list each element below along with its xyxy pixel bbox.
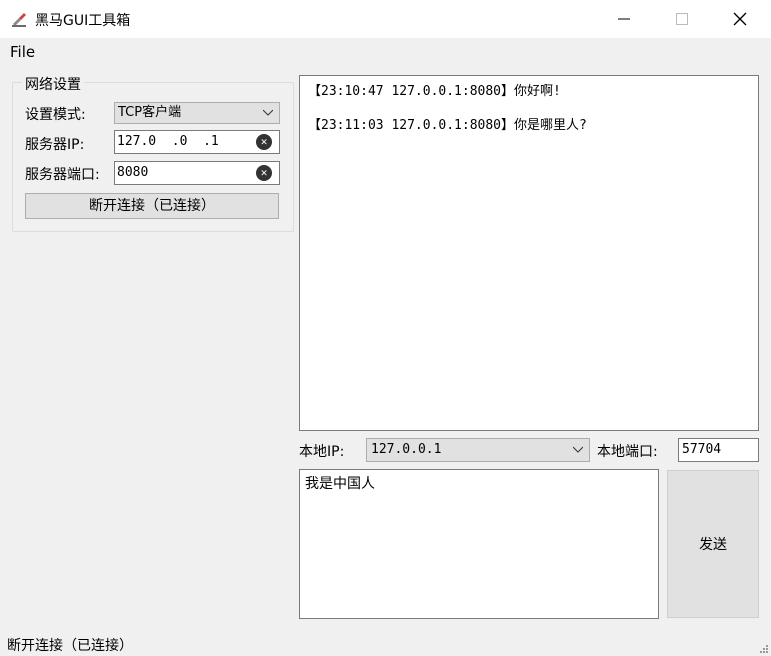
disconnect-button[interactable]: 断开连接（已连接）	[25, 193, 279, 219]
clear-ip-icon[interactable]: ✕	[256, 134, 272, 150]
server-port-value: 8080	[117, 165, 149, 180]
minimize-icon	[618, 18, 630, 20]
local-ip-select[interactable]: 127.0.0.1	[366, 438, 590, 462]
server-ip-field[interactable]: 127.0 .0 .1 ✕	[114, 130, 280, 154]
chevron-down-icon	[263, 109, 273, 116]
server-ip-label: 服务器IP:	[25, 137, 85, 153]
send-button-label: 发送	[699, 537, 727, 553]
send-button[interactable]: 发送	[667, 470, 759, 618]
message-line: 【23:11:03 127.0.0.1:8080】你是哪里人?	[308, 118, 587, 133]
mode-label: 设置模式:	[25, 107, 86, 123]
app-icon	[12, 13, 26, 27]
maximize-icon	[676, 13, 688, 25]
menu-bar	[0, 38, 771, 64]
local-ip-label: 本地IP:	[299, 444, 345, 460]
mode-select[interactable]: TCP客户端	[114, 102, 280, 124]
message-line: 【23:10:47 127.0.0.1:8080】你好啊!	[308, 84, 561, 99]
send-text-value: 我是中国人	[305, 476, 375, 492]
server-port-label: 服务器端口:	[25, 167, 100, 183]
local-port-label: 本地端口:	[597, 444, 658, 460]
local-ip-value: 127.0.0.1	[371, 442, 442, 457]
window-title: 黑马GUI工具箱	[35, 13, 131, 29]
local-port-value: 57704	[682, 442, 722, 457]
receive-area[interactable]: 【23:10:47 127.0.0.1:8080】你好啊! 【23:11:03 …	[299, 75, 759, 431]
chevron-down-icon	[573, 446, 583, 453]
send-textarea[interactable]: 我是中国人	[299, 469, 659, 619]
minimize-button[interactable]	[595, 0, 653, 38]
status-bar-text: 断开连接（已连接）	[7, 638, 133, 654]
clear-port-icon[interactable]: ✕	[256, 165, 272, 181]
server-port-field[interactable]: 8080 ✕	[114, 161, 280, 185]
server-ip-value: 127.0 .0 .1	[117, 134, 219, 149]
resize-grip-icon[interactable]	[759, 644, 769, 654]
close-button[interactable]	[711, 0, 769, 38]
close-icon	[733, 12, 747, 26]
mode-value: TCP客户端	[118, 105, 182, 120]
network-settings-title: 网络设置	[22, 74, 84, 94]
maximize-button[interactable]	[653, 0, 711, 38]
local-port-field[interactable]: 57704	[678, 438, 759, 462]
menu-file[interactable]: File	[10, 43, 35, 61]
